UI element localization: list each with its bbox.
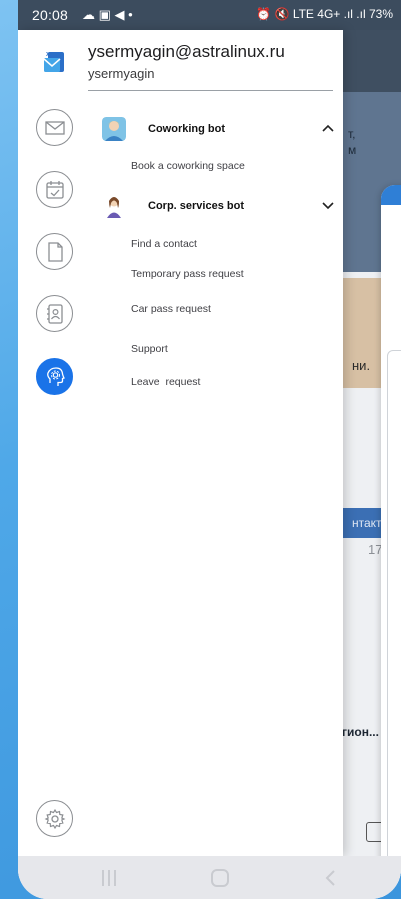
home-button[interactable]	[211, 869, 229, 887]
bot-menu-item[interactable]: Car pass request	[131, 303, 211, 315]
bot-menu-item[interactable]: Temporary pass request	[131, 268, 244, 280]
background-card-text: ни.	[352, 358, 371, 373]
status-icons: ⏰ 🔇 LTE 4G+ .ıl .ıl	[256, 7, 366, 21]
bot-menu-item[interactable]: Support	[131, 343, 168, 355]
background-sheet	[381, 185, 401, 899]
coworking-bot-avatar	[102, 117, 126, 141]
system-navigation-bar	[18, 856, 401, 899]
status-time: 20:08	[32, 7, 69, 23]
bot-name: Corp. services bot	[148, 200, 244, 212]
chevron-up-icon[interactable]	[321, 121, 335, 135]
account-username: ysermyagin	[88, 66, 155, 81]
recent-apps-button[interactable]	[100, 870, 118, 886]
mail-icon[interactable]	[36, 109, 73, 146]
background-card-text: т, м	[348, 127, 357, 157]
background-truncated-text: гион...	[342, 725, 379, 739]
settings-icon[interactable]	[36, 800, 73, 837]
account-divider	[88, 90, 333, 91]
chevron-down-icon[interactable]	[321, 198, 335, 212]
account-email: ysermyagin@astralinux.ru	[88, 42, 285, 61]
bot-menu-item[interactable]: Leave request	[131, 376, 200, 388]
bot-menu-item[interactable]: Find a contact	[131, 238, 197, 250]
bot-coworking-header[interactable]: Coworking bot	[98, 115, 343, 145]
calendar-icon[interactable]	[36, 171, 73, 208]
corp-services-bot-avatar	[102, 194, 126, 218]
mail-app-logo-icon: x	[43, 51, 64, 72]
status-left-icons: ☁ ▣ ◀ •	[82, 7, 133, 22]
svg-text:x: x	[46, 51, 50, 58]
back-icon[interactable]	[323, 869, 337, 887]
bot-corp-services-header[interactable]: Corp. services bot	[98, 192, 343, 222]
bot-brain-icon[interactable]	[36, 358, 73, 395]
status-bar: 20:08 ☁ ▣ ◀ • ⏰ 🔇 LTE 4G+ .ıl .ıl 73%	[18, 0, 401, 30]
navigation-drawer: x ysermyagin@astralinux.ru ysermyagin Co…	[18, 30, 343, 856]
contacts-icon[interactable]	[36, 295, 73, 332]
status-right-icons: ⏰ 🔇 LTE 4G+ .ıl .ıl 73%	[256, 7, 393, 21]
phone-screen: т, м ни. нтакто 17:14 гион... 20:08 ☁ ▣ …	[18, 0, 401, 899]
bot-menu-item[interactable]: Book a coworking space	[131, 160, 245, 172]
account-header[interactable]: x ysermyagin@astralinux.ru ysermyagin	[18, 30, 343, 92]
background-sheet-panel	[387, 350, 401, 899]
document-icon[interactable]	[36, 233, 73, 270]
bot-name: Coworking bot	[148, 123, 225, 135]
battery-level: 73%	[368, 7, 393, 21]
